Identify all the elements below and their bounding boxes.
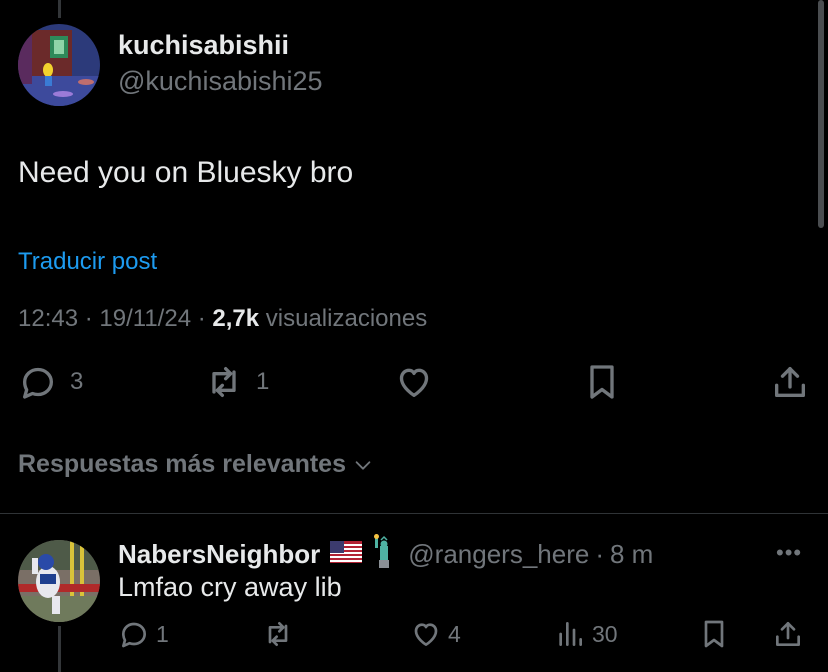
reply-like-count: 4 bbox=[448, 620, 461, 647]
us-flag-icon bbox=[330, 539, 363, 570]
heart-icon bbox=[399, 368, 429, 397]
views-count: 2,7k bbox=[212, 305, 260, 332]
bookmark-button[interactable] bbox=[582, 362, 622, 402]
post-meta: 12:43 · 19/11/24 · 2,7k visualizaciones bbox=[18, 305, 427, 333]
avatar[interactable] bbox=[18, 24, 100, 106]
author-name[interactable]: kuchisabishii bbox=[118, 30, 289, 61]
reply-icon bbox=[23, 367, 53, 399]
reply-header: NabersNeighbor @rangers_here · 8 m bbox=[118, 534, 653, 575]
divider bbox=[0, 513, 828, 514]
repost-count: 1 bbox=[256, 368, 270, 395]
reply-reply-button[interactable]: 1 bbox=[118, 618, 169, 650]
reply-bookmark-button[interactable] bbox=[698, 618, 730, 650]
reply-like-button[interactable]: 4 bbox=[410, 618, 461, 650]
post-text: Need you on Bluesky bro bbox=[18, 156, 354, 189]
share-icon bbox=[775, 367, 805, 397]
reply-author-name[interactable]: NabersNeighbor bbox=[118, 539, 320, 570]
reply-author-handle[interactable]: @rangers_here bbox=[408, 539, 589, 570]
repost-icon bbox=[268, 622, 288, 646]
reply-icon bbox=[122, 622, 146, 648]
views-label: visualizaciones bbox=[265, 305, 428, 332]
share-button[interactable] bbox=[770, 362, 810, 402]
more-options-button[interactable]: ••• bbox=[776, 540, 802, 566]
chevron-down-icon bbox=[355, 460, 371, 470]
reply-views-button[interactable]: 30 bbox=[554, 618, 618, 650]
statue-of-liberty-icon bbox=[370, 534, 396, 575]
share-icon bbox=[776, 622, 800, 646]
reply-repost-button[interactable] bbox=[262, 618, 300, 650]
translate-post-link[interactable]: Traducir post bbox=[18, 248, 157, 276]
meta-separator: · bbox=[197, 305, 206, 332]
post-time[interactable]: 12:43 bbox=[18, 305, 78, 332]
repost-icon bbox=[212, 367, 236, 397]
bookmark-icon bbox=[704, 620, 724, 648]
replies-sort-dropdown[interactable]: Respuestas más relevantes bbox=[18, 450, 374, 479]
heart-icon bbox=[414, 623, 438, 646]
post-date[interactable]: 19/11/24 bbox=[99, 305, 191, 332]
bookmark-icon bbox=[590, 365, 614, 399]
reply-count: 3 bbox=[70, 368, 84, 395]
thread-line bbox=[58, 626, 61, 672]
reply-author-emojis bbox=[330, 534, 396, 575]
reply-avatar[interactable] bbox=[18, 540, 100, 622]
scrollbar[interactable] bbox=[818, 0, 824, 228]
repost-button[interactable]: 1 bbox=[204, 362, 269, 402]
reply-reply-count: 1 bbox=[156, 620, 169, 647]
meta-separator: · bbox=[84, 305, 93, 332]
author-handle[interactable]: @kuchisabishi25 bbox=[118, 66, 323, 97]
reply-views-count: 30 bbox=[592, 620, 618, 647]
reply-share-button[interactable] bbox=[772, 618, 804, 650]
replies-sort-label: Respuestas más relevantes bbox=[18, 450, 346, 478]
like-button[interactable] bbox=[394, 362, 434, 402]
tweet-detail-page: kuchisabishii @kuchisabishi25 Need you o… bbox=[0, 0, 828, 672]
post-actions: 3 1 bbox=[0, 362, 828, 410]
reply-time[interactable]: 8 m bbox=[610, 539, 653, 570]
reply-separator: · bbox=[595, 539, 604, 569]
thread-line bbox=[58, 0, 61, 18]
reply-button[interactable]: 3 bbox=[18, 362, 83, 402]
views-chart-icon bbox=[559, 622, 582, 646]
reply-text: Lmfao cry away lib bbox=[118, 572, 342, 602]
